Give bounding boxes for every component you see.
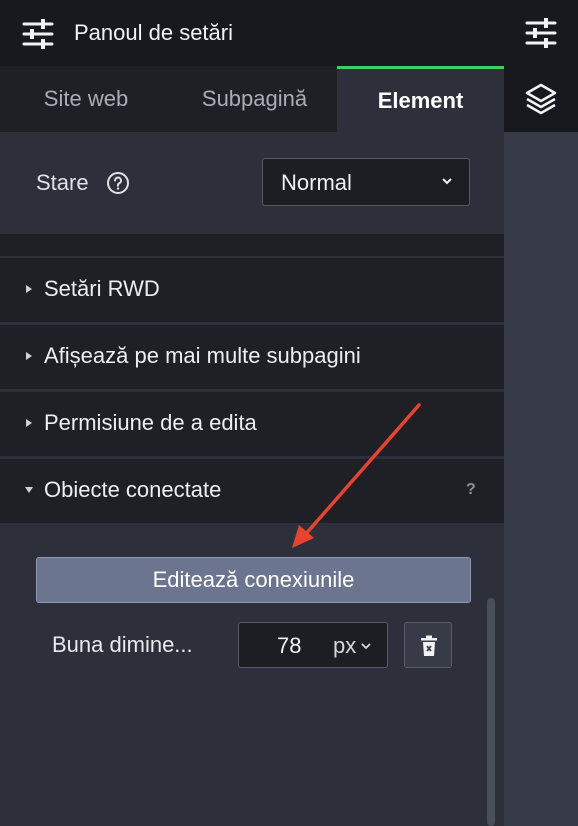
tab-bar: Site web Subpagină Element [0,66,504,132]
edit-connections-button[interactable]: Editează conexiunile [36,557,471,603]
section-edit-permission[interactable]: Permisiune de a edita [0,390,504,456]
connected-object-label: Buna dimine... [52,632,193,657]
state-select[interactable]: Normal [262,158,470,206]
state-label: Stare [36,170,89,195]
delete-button[interactable] [404,622,452,668]
help-icon[interactable]: ? [466,481,476,499]
section-label: Setări RWD [44,276,160,301]
unit-select[interactable]: px [333,633,356,659]
state-row: Stare Normal [0,132,504,234]
caret-right-icon [26,352,32,360]
section-label: Permisiune de a edita [44,410,257,435]
sliders-icon [22,19,54,49]
caret-right-icon [26,285,32,293]
chevron-down-icon[interactable] [361,642,371,650]
size-value[interactable]: 78 [277,633,301,659]
chevron-down-icon [442,178,452,185]
help-circle-icon[interactable] [106,171,130,195]
caret-right-icon [26,419,32,427]
tab-site-web[interactable]: Site web [0,66,172,132]
section-connected-objects[interactable]: Obiecte conectate ? [0,457,504,523]
tab-element[interactable]: Element [337,66,504,132]
caret-down-icon [25,487,33,493]
scrolled-section-remnant [0,234,504,256]
scrollbar-thumb[interactable] [487,598,495,826]
size-input[interactable]: 78 px [238,622,388,668]
panel-title: Panoul de setări [74,20,233,45]
section-rwd-settings[interactable]: Setări RWD [0,256,504,322]
layers-icon[interactable] [524,82,558,116]
right-rail [504,0,578,826]
state-select-value: Normal [281,170,352,195]
section-label: Afișează pe mai multe subpagini [44,343,361,368]
trash-icon [421,635,437,656]
sliders-icon[interactable] [524,16,558,50]
settings-panel-header: Panoul de setări [0,0,504,66]
tab-subpage[interactable]: Subpagină [172,66,337,132]
section-multiple-subpages[interactable]: Afișează pe mai multe subpagini [0,323,504,389]
section-label: Obiecte conectate [44,477,222,502]
